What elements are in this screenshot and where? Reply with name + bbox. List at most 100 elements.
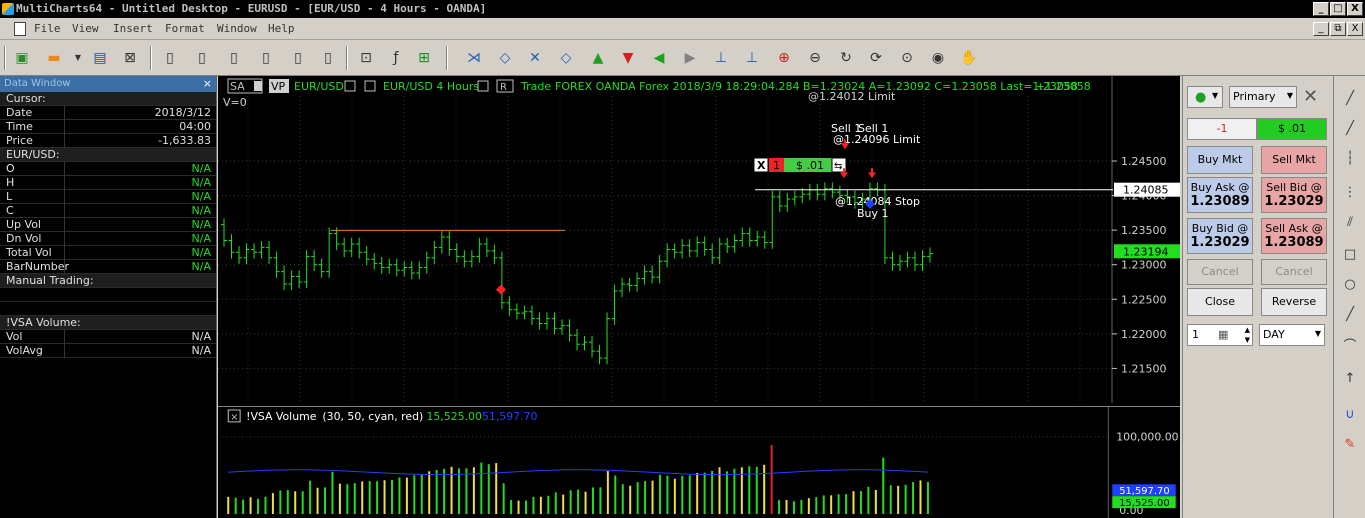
channel-icon[interactable]: ⫽ xyxy=(1341,214,1359,232)
down-arrow-icon[interactable]: ▼ xyxy=(618,48,638,68)
chart-window[interactable]: 1.245001.240001.235001.230001.225001.220… xyxy=(218,76,1180,518)
order-label[interactable]: @1.24012 Limit xyxy=(808,90,896,103)
new-scanner-icon[interactable]: ▯ xyxy=(192,48,212,68)
pan-hand-icon[interactable]: ✋ xyxy=(959,48,979,68)
insert-indicator-icon[interactable]: ⊞ xyxy=(414,48,434,68)
position-price-marker: 1.24085 xyxy=(1123,184,1169,197)
title-bar: MultiCharts64 - Untitled Desktop - EURUS… xyxy=(0,0,1365,18)
close-window-icon[interactable]: ⊠ xyxy=(120,48,140,68)
hide-icon[interactable]: ◉ xyxy=(928,48,948,68)
close-button[interactable]: X xyxy=(1347,2,1363,16)
buy-ask-button[interactable]: Buy Ask @ 1.23089 xyxy=(1187,177,1253,213)
stepper-arrows-icon[interactable]: ▲ ▼ xyxy=(1245,325,1250,345)
rectangle-icon[interactable]: □ xyxy=(1341,246,1359,264)
order-label[interactable]: Buy 1 xyxy=(857,207,889,220)
zoom-in-vertical-icon[interactable]: ✕ xyxy=(525,48,545,68)
symbol-dropdown-icon[interactable] xyxy=(344,80,356,92)
fibonacci-icon[interactable]: ⋮ xyxy=(1341,184,1359,202)
interval-icon[interactable] xyxy=(364,80,376,92)
new-report-icon[interactable]: ▯ xyxy=(288,48,308,68)
new-dom-icon[interactable]: ▯ xyxy=(224,48,244,68)
menu-window[interactable]: Window xyxy=(217,22,257,35)
refresh-icon[interactable]: ↻ xyxy=(836,48,856,68)
up-arrow-icon[interactable]: ▲ xyxy=(588,48,608,68)
right-arrow-icon[interactable]: ▶ xyxy=(680,48,700,68)
insert-study-icon[interactable]: ⊡ xyxy=(356,48,376,68)
left-arrow-icon[interactable]: ◀ xyxy=(649,48,669,68)
buy-mkt-button[interactable]: Buy Mkt xyxy=(1187,146,1253,174)
trade-widget-close[interactable]: X xyxy=(757,159,766,172)
sa-badge[interactable]: SA xyxy=(230,80,245,93)
cancel-bids-button[interactable]: Cancel Bids xyxy=(1187,259,1253,302)
vp-badge[interactable]: VP xyxy=(271,80,286,93)
zoom-in-horizontal-icon[interactable]: ⋊ xyxy=(464,48,484,68)
trade-widget-pnl: $ .01 xyxy=(796,159,824,172)
chart-interval[interactable]: EUR/USD 4 Hours xyxy=(383,80,479,93)
connection-status-icon: ● xyxy=(1195,90,1207,105)
mdi-close-button[interactable]: X xyxy=(1347,22,1363,36)
arc-icon[interactable]: ⌒ xyxy=(1341,338,1359,356)
maximize-button[interactable]: □ xyxy=(1330,2,1346,16)
scroll-start-icon[interactable]: ⊥ xyxy=(711,48,731,68)
data-window-close-icon[interactable]: × xyxy=(203,76,212,92)
insert-function-icon[interactable]: ƒ xyxy=(386,48,406,68)
arrow-up-icon[interactable]: ↑ xyxy=(1341,370,1359,388)
close-order-bar-icon[interactable]: ✕ xyxy=(1303,86,1318,107)
volume-study-close-icon[interactable]: × xyxy=(230,412,238,423)
triangle-icon[interactable]: ╱ xyxy=(1341,306,1359,324)
pencil-icon[interactable]: ✎ xyxy=(1341,436,1359,454)
new-chart-icon[interactable]: ▯ xyxy=(160,48,180,68)
close-position-button[interactable]: Close xyxy=(1187,288,1253,316)
menu-help[interactable]: Help xyxy=(268,22,295,35)
reverse-position-button[interactable]: Reverse xyxy=(1261,288,1327,316)
ellipse-icon[interactable]: ○ xyxy=(1341,276,1359,294)
magnet-icon[interactable]: ∪ xyxy=(1341,406,1359,424)
trendline-icon[interactable]: ╱ xyxy=(1341,90,1359,108)
menu-format[interactable]: Format xyxy=(165,22,205,35)
vertical-line-icon[interactable]: ┆ xyxy=(1341,150,1359,168)
new-workspace-icon[interactable]: ▣ xyxy=(12,48,32,68)
sell-mkt-button[interactable]: Sell Mkt xyxy=(1261,146,1327,174)
price-axis-tick: 1.21500 xyxy=(1121,362,1167,375)
minimize-button[interactable]: _ xyxy=(1313,2,1329,16)
menu-insert[interactable]: Insert xyxy=(113,22,153,35)
lock-icon[interactable]: ⊙ xyxy=(897,48,917,68)
ray-icon[interactable]: ╱ xyxy=(1341,120,1359,138)
chat-icon[interactable]: ▬ xyxy=(44,48,64,68)
mdi-restore-button[interactable]: ⧉ xyxy=(1330,22,1346,36)
menu-file[interactable]: File xyxy=(34,22,61,35)
mdi-minimize-button[interactable]: _ xyxy=(1313,22,1329,36)
sa-dropdown-icon[interactable] xyxy=(254,81,262,91)
menu-view[interactable]: View xyxy=(72,22,99,35)
new-sheet-icon[interactable]: ▯ xyxy=(318,48,338,68)
duration-select[interactable]: DAY ▼ xyxy=(1259,324,1325,346)
r-badge[interactable]: R xyxy=(500,82,507,93)
trade-label[interactable]: Trade xyxy=(520,80,551,93)
sell-order-arrow xyxy=(840,172,848,179)
sell-bid-button[interactable]: Sell Bid @ 1.23029 xyxy=(1261,177,1327,213)
chart-symbol[interactable]: EUR/USD xyxy=(294,80,344,93)
account-select[interactable]: Primary ▼ xyxy=(1229,86,1297,108)
new-order-icon[interactable]: ▯ xyxy=(256,48,276,68)
buy-bid-button[interactable]: Buy Bid @ 1.23029 xyxy=(1187,218,1253,254)
dropdown-arrow-icon[interactable]: ▼ xyxy=(68,48,88,68)
scroll-end-icon[interactable]: ⊥ xyxy=(742,48,762,68)
calculator-icon[interactable]: ▦ xyxy=(1218,328,1228,341)
zoom-out-icon[interactable]: ⊖ xyxy=(805,48,825,68)
row-value: N/A xyxy=(191,162,211,175)
quantity-stepper[interactable]: 1 ▦ ▲ ▼ xyxy=(1187,324,1253,346)
price-axis-tick: 1.22000 xyxy=(1121,328,1167,341)
zoom-out-vertical-icon[interactable]: ◇ xyxy=(556,48,576,68)
price-pane[interactable]: 1.245001.240001.235001.230001.225001.220… xyxy=(218,76,1180,403)
chevron-down-icon: ▼ xyxy=(1314,329,1321,338)
volume-pane[interactable]: × !VSA Volume (30, 50, cyan, red) 15,525… xyxy=(218,406,1180,518)
save-icon[interactable]: ▤ xyxy=(90,48,110,68)
interval-dropdown-icon[interactable] xyxy=(477,80,489,92)
connection-status-button[interactable]: ● ▼ xyxy=(1187,86,1223,108)
zoom-out-horizontal-icon[interactable]: ◇ xyxy=(495,48,515,68)
sell-ask-button[interactable]: Sell Ask @ 1.23089 xyxy=(1261,218,1327,254)
zoom-in-icon[interactable]: ⊕ xyxy=(774,48,794,68)
reload-icon[interactable]: ⟳ xyxy=(866,48,886,68)
trade-widget[interactable]: X 1 $ .01 ⇆ xyxy=(753,157,847,173)
cancel-asks-button[interactable]: Cancel Asks xyxy=(1261,259,1327,302)
